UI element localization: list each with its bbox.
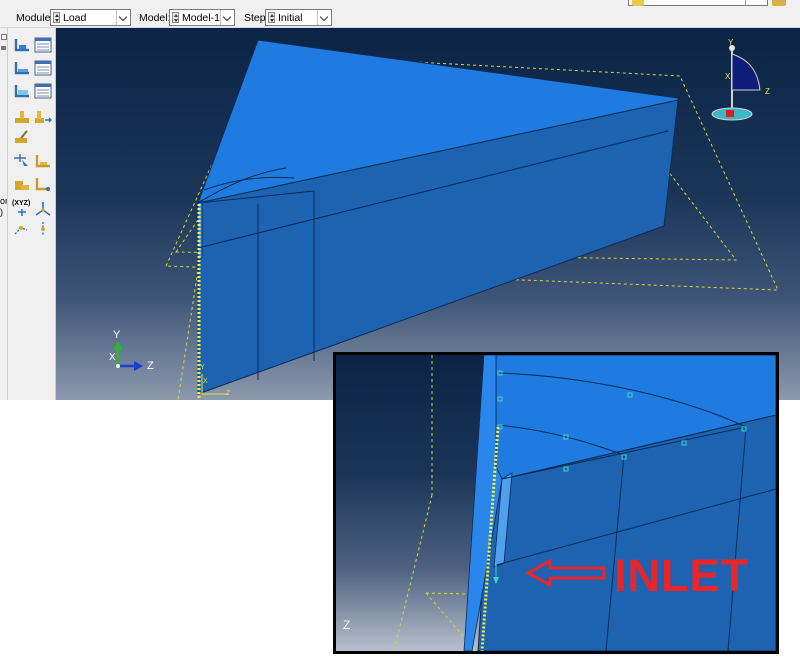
viewport[interactable]: Y X Z Y X Z Y X Z — [56, 28, 800, 400]
view-cube[interactable] — [711, 45, 761, 121]
step-value: Initial — [278, 12, 303, 24]
view-cube-x-label: X — [725, 72, 731, 81]
model-tree-edge: or ) — [0, 28, 8, 400]
triad-y-label: Y — [113, 329, 121, 341]
field-manager-icon[interactable] — [33, 82, 53, 100]
triad-x-label: X — [109, 352, 116, 363]
load-case-manager-icon[interactable] — [33, 108, 53, 126]
empty-area — [0, 400, 333, 666]
inlet-annotation: INLET — [614, 550, 749, 601]
module-label: Module: — [16, 12, 54, 24]
bc-manager-icon[interactable] — [33, 59, 53, 77]
create-load-icon[interactable] — [12, 36, 32, 54]
model-select[interactable]: Model-1 — [169, 9, 235, 26]
datum-point-icon[interactable] — [12, 220, 32, 238]
step-select[interactable]: Initial — [265, 9, 332, 26]
zoom-inset: INLET Z — [333, 352, 779, 654]
chevron-down-icon — [118, 12, 128, 22]
inset-z-label: Z — [343, 618, 351, 632]
model-dropdown-button[interactable] — [220, 10, 234, 25]
model-spin-icon[interactable] — [172, 12, 179, 23]
view-cube-y-label: Y — [728, 38, 734, 47]
datum-plane-icon[interactable] — [33, 220, 53, 238]
module-spin-icon[interactable] — [53, 12, 60, 23]
create-set-icon[interactable] — [12, 152, 32, 170]
module-value: Load — [63, 12, 87, 24]
create-bc-icon[interactable] — [12, 59, 32, 77]
context-bar: Module: Load Model: Model-1 Step: Initia… — [0, 8, 800, 28]
step-dropdown-button[interactable] — [317, 10, 331, 25]
zoom-inset-canvas — [393, 355, 776, 651]
view-cube-z-label: Z — [765, 87, 770, 96]
chevron-down-icon — [222, 12, 232, 22]
model-axis-x-label: X — [203, 378, 208, 385]
load-module-toolbox: (XYZ) — [8, 28, 56, 400]
query-dropdown[interactable] — [745, 0, 767, 6]
step-spin-icon[interactable] — [268, 12, 275, 23]
create-constraint-icon[interactable] — [12, 128, 32, 146]
folder-icon[interactable] — [772, 0, 786, 6]
set-manager-icon[interactable] — [12, 175, 32, 193]
triad — [113, 341, 143, 371]
model-label: Model: — [139, 12, 171, 24]
top-toolbar-strip — [0, 0, 800, 8]
chevron-down-icon — [319, 12, 329, 22]
tree-item-icon[interactable] — [1, 46, 6, 50]
query-input[interactable] — [650, 0, 746, 5]
model-axis-y-label: Y — [200, 364, 205, 371]
create-predefined-field-icon[interactable] — [12, 82, 32, 100]
model-axis-z-label: Z — [226, 390, 231, 397]
tree-text-fragment: ) — [0, 207, 3, 217]
module-select[interactable]: Load — [50, 9, 131, 26]
tree-pin-icon[interactable] — [1, 34, 7, 40]
create-datum-csys-icon[interactable]: (XYZ) — [12, 200, 32, 218]
module-dropdown-button[interactable] — [116, 10, 130, 25]
create-surface-icon[interactable] — [33, 152, 53, 170]
triad-z-label: Z — [147, 360, 154, 372]
load-manager-icon[interactable] — [33, 36, 53, 54]
create-load-case-icon[interactable] — [12, 108, 32, 126]
query-icon[interactable] — [632, 0, 644, 6]
tree-text-fragment: or — [0, 196, 8, 206]
surface-manager-icon[interactable] — [33, 175, 53, 193]
model-canvas[interactable] — [56, 28, 800, 400]
model-value: Model-1 — [182, 12, 220, 24]
datum-axis-icon[interactable] — [33, 200, 53, 218]
